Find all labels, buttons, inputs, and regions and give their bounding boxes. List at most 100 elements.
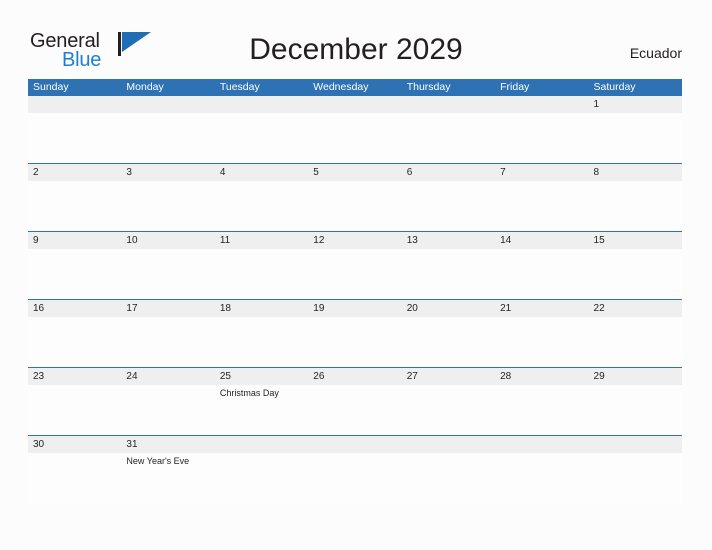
day-cell-empty	[495, 113, 588, 163]
day-number-18[interactable]: 18	[215, 300, 308, 317]
day-number-empty	[495, 96, 588, 113]
day-number-9[interactable]: 9	[28, 232, 121, 249]
day-cell-empty	[308, 453, 401, 503]
day-number-26[interactable]: 26	[308, 368, 401, 385]
day-number-2[interactable]: 2	[28, 164, 121, 181]
day-number-17[interactable]: 17	[121, 300, 214, 317]
day-number-empty	[402, 96, 495, 113]
week-date-band: 30 31	[28, 436, 682, 453]
day-cell-9[interactable]	[28, 249, 121, 299]
day-number-6[interactable]: 6	[402, 164, 495, 181]
day-number-29[interactable]: 29	[589, 368, 682, 385]
day-number-30[interactable]: 30	[28, 436, 121, 453]
day-cell-22[interactable]	[589, 317, 682, 367]
day-number-14[interactable]: 14	[495, 232, 588, 249]
day-cell-8[interactable]	[589, 181, 682, 231]
week-body	[28, 317, 682, 367]
day-cell-2[interactable]	[28, 181, 121, 231]
calendar-grid: Sunday Monday Tuesday Wednesday Thursday Frid…	[28, 79, 682, 503]
calendar-week-row: 30 31 New Year's Eve	[28, 435, 682, 503]
day-cell-28[interactable]	[495, 385, 588, 435]
day-cell-5[interactable]	[308, 181, 401, 231]
day-number-empty	[495, 436, 588, 453]
day-cell-31[interactable]: New Year's Eve	[121, 453, 214, 503]
week-body: Christmas Day	[28, 385, 682, 435]
day-number-20[interactable]: 20	[402, 300, 495, 317]
day-number-4[interactable]: 4	[215, 164, 308, 181]
week-date-band: 16 17 18 19 20 21 22	[28, 300, 682, 317]
day-cell-1[interactable]	[589, 113, 682, 163]
day-cell-24[interactable]	[121, 385, 214, 435]
day-cell-10[interactable]	[121, 249, 214, 299]
day-event-label: Christmas Day	[219, 388, 279, 398]
weekday-header-tuesday: Tuesday	[219, 81, 260, 93]
day-number-empty	[215, 96, 308, 113]
day-cell-21[interactable]	[495, 317, 588, 367]
calendar-week-row: 23 24 25 26 27 28 29 Christmas Day	[28, 367, 682, 435]
weekday-header-saturday: Saturday	[593, 81, 636, 93]
day-cell-20[interactable]	[402, 317, 495, 367]
day-cell-26[interactable]	[308, 385, 401, 435]
calendar-week-row: 2345678	[28, 163, 682, 231]
day-number-10[interactable]: 10	[121, 232, 214, 249]
day-cell-12[interactable]	[308, 249, 401, 299]
day-number-15[interactable]: 15	[589, 232, 682, 249]
day-number-22[interactable]: 22	[589, 300, 682, 317]
day-number-13[interactable]: 13	[402, 232, 495, 249]
page-title: December 2029	[249, 33, 463, 66]
day-number-25[interactable]: 25	[215, 368, 308, 385]
day-cell-4[interactable]	[215, 181, 308, 231]
day-cell-3[interactable]	[121, 181, 214, 231]
day-number-5[interactable]: 5	[308, 164, 401, 181]
weekday-header-wednesday: Wednesday	[313, 81, 369, 93]
day-cell-25[interactable]: Christmas Day	[215, 385, 308, 435]
day-cell-6[interactable]	[402, 181, 495, 231]
calendar-weeks: 1 2 3 4 5 6 7 8 9 10 11 12 13 14 15 16 17 18 19 20 21 22 23 24 2…	[28, 96, 682, 503]
day-cell-empty	[402, 453, 495, 503]
weekday-header-row: Sunday Monday Tuesday Wednesday Thursday Frid…	[28, 79, 682, 96]
day-cell-18[interactable]	[215, 317, 308, 367]
day-cell-30[interactable]	[28, 453, 121, 503]
weekday-header-monday: Monday	[126, 81, 164, 93]
day-number-23[interactable]: 23	[28, 368, 121, 385]
day-number-empty	[589, 436, 682, 453]
day-number-1[interactable]: 1	[589, 96, 682, 113]
day-cell-7[interactable]	[495, 181, 588, 231]
day-cell-17[interactable]	[121, 317, 214, 367]
day-cell-27[interactable]	[402, 385, 495, 435]
week-date-band: 2345678	[28, 164, 682, 181]
calendar-week-row: 9 10 11 12 13 14 15	[28, 231, 682, 299]
week-body: New Year's Eve	[28, 453, 682, 503]
day-cell-19[interactable]	[308, 317, 401, 367]
day-number-21[interactable]: 21	[495, 300, 588, 317]
day-cell-14[interactable]	[495, 249, 588, 299]
day-number-31[interactable]: 31	[121, 436, 214, 453]
calendar-week-row: 1	[28, 96, 682, 163]
weekday-header-friday: Friday	[500, 81, 530, 93]
day-number-24[interactable]: 24	[121, 368, 214, 385]
day-cell-13[interactable]	[402, 249, 495, 299]
day-number-empty	[308, 96, 401, 113]
day-cell-23[interactable]	[28, 385, 121, 435]
day-cell-11[interactable]	[215, 249, 308, 299]
day-number-19[interactable]: 19	[308, 300, 401, 317]
weekday-header-thursday: Thursday	[406, 81, 451, 93]
page-header: General Blue December 2029 Ecuador	[0, 0, 712, 78]
day-cell-16[interactable]	[28, 317, 121, 367]
day-cell-29[interactable]	[589, 385, 682, 435]
week-body	[28, 181, 682, 231]
day-number-12[interactable]: 12	[308, 232, 401, 249]
day-number-7[interactable]: 7	[495, 164, 588, 181]
day-number-27[interactable]: 27	[402, 368, 495, 385]
calendar-page: General Blue December 2029 Ecuador Sunda…	[0, 0, 712, 550]
day-number-empty	[28, 96, 121, 113]
day-number-empty	[308, 436, 401, 453]
day-number-11[interactable]: 11	[215, 232, 308, 249]
day-number-16[interactable]: 16	[28, 300, 121, 317]
day-cell-15[interactable]	[589, 249, 682, 299]
calendar-week-row: 16 17 18 19 20 21 22	[28, 299, 682, 367]
day-number-empty	[402, 436, 495, 453]
day-number-8[interactable]: 8	[589, 164, 682, 181]
day-number-28[interactable]: 28	[495, 368, 588, 385]
day-number-3[interactable]: 3	[121, 164, 214, 181]
